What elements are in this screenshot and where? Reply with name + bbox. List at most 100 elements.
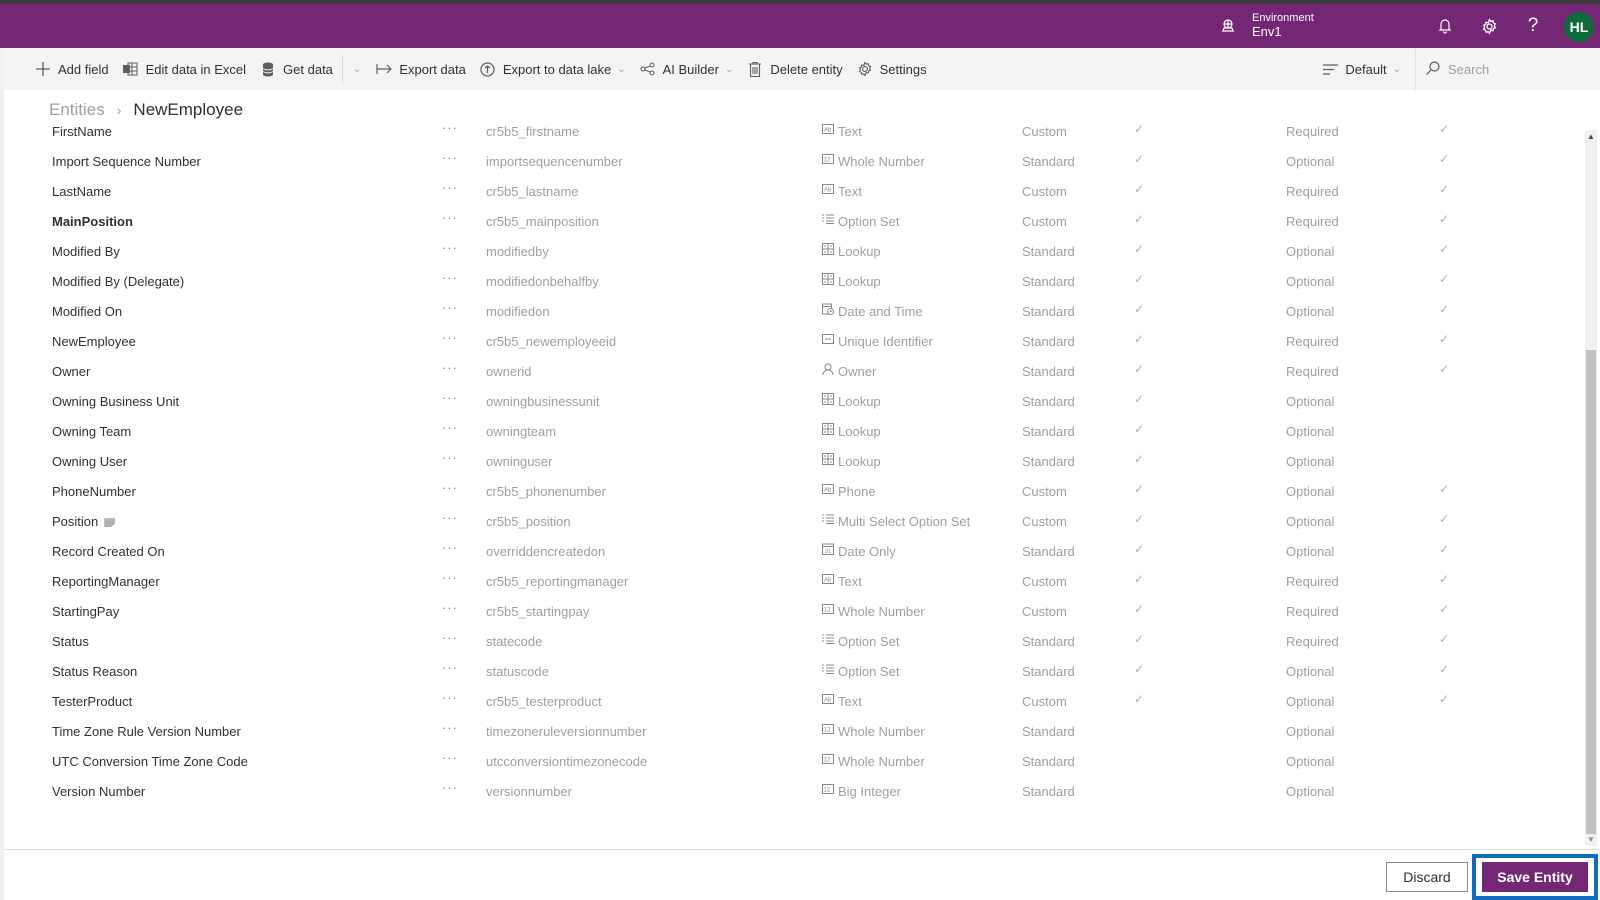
field-display-name[interactable]: FirstName: [52, 120, 112, 144]
field-system-name: cr5b5_newemployeeid: [486, 334, 617, 349]
row-more-options-button[interactable]: ···: [442, 360, 458, 376]
field-display-name[interactable]: Time Zone Rule Version Number: [52, 720, 241, 744]
row-more-options-button[interactable]: ···: [442, 210, 458, 226]
field-row[interactable]: Owning User ··· owninguser Lookup Standard ✓ O…: [4, 450, 1584, 480]
row-more-options-button[interactable]: ···: [442, 450, 458, 466]
add-field-button[interactable]: Add field: [28, 48, 116, 90]
field-row[interactable]: Time Zone Rule Version Number ··· timezone…: [4, 720, 1584, 750]
field-display-name[interactable]: Owning Team: [52, 420, 131, 444]
field-display-name[interactable]: Record Created On: [52, 540, 165, 564]
scroll-down-arrow-icon[interactable]: ▼: [1585, 834, 1597, 846]
row-more-options-button[interactable]: ···: [442, 390, 458, 406]
field-display-name[interactable]: Owning Business Unit: [52, 390, 179, 414]
environment-picker[interactable]: Environment Env1: [1218, 4, 1314, 48]
row-more-options-button[interactable]: ···: [442, 780, 458, 796]
row-more-options-button[interactable]: ···: [442, 600, 458, 616]
edit-in-excel-button[interactable]: Edit data in Excel: [116, 48, 253, 90]
settings-gear-icon[interactable]: [1474, 4, 1504, 48]
row-more-options-button[interactable]: ···: [442, 480, 458, 496]
delete-entity-button[interactable]: Delete entity: [740, 48, 849, 90]
field-row[interactable]: UTC Conversion Time Zone Code ··· utcconve…: [4, 750, 1584, 780]
field-display-name-text: Modified By: [52, 244, 120, 259]
row-more-options-button[interactable]: ···: [442, 660, 458, 676]
field-row[interactable]: NewEmployee ··· cr5b5_newemployeeid Unique …: [4, 330, 1584, 360]
settings-button[interactable]: Settings: [850, 48, 934, 90]
field-display-name[interactable]: Version Number: [52, 780, 145, 804]
field-display-name[interactable]: Owner: [52, 360, 90, 384]
row-more-options-button[interactable]: ···: [442, 300, 458, 316]
row-more-options-button[interactable]: ···: [442, 540, 458, 556]
field-display-name[interactable]: Status Reason: [52, 660, 137, 684]
field-row[interactable]: Position ··· cr5b5_position Multi Select Op…: [4, 510, 1584, 540]
field-display-name[interactable]: PhoneNumber: [52, 480, 136, 504]
row-more-options-button[interactable]: ···: [442, 750, 458, 766]
field-kind: Custom: [1022, 124, 1067, 139]
field-row[interactable]: Owning Team ··· owningteam Lookup Standard ✓ O…: [4, 420, 1584, 450]
field-display-name[interactable]: Modified On: [52, 300, 122, 324]
field-row[interactable]: Modified By ··· modifiedby Lookup Standard ✓ O…: [4, 240, 1584, 270]
field-display-name[interactable]: Owning User: [52, 450, 127, 474]
field-row[interactable]: MainPosition ··· cr5b5_mainposition Option …: [4, 210, 1584, 240]
field-display-name[interactable]: UTC Conversion Time Zone Code: [52, 750, 248, 774]
field-row[interactable]: LastName ··· cr5b5_lastname Ab Text Custom ✓ Re…: [4, 180, 1584, 210]
field-row[interactable]: TesterProduct ··· cr5b5_testerproduct Ab Tex…: [4, 690, 1584, 720]
help-icon[interactable]: ?: [1518, 4, 1548, 48]
searchable-check-icon: ✓: [1134, 662, 1145, 676]
field-display-name[interactable]: ReportingManager: [52, 570, 160, 594]
get-data-button[interactable]: Get data: [253, 48, 340, 90]
export-to-data-lake-button[interactable]: Export to data lake ⌄: [473, 48, 633, 90]
row-more-options-button[interactable]: ···: [442, 240, 458, 256]
discard-button[interactable]: Discard: [1386, 862, 1468, 892]
searchable-check-icon: ✓: [1134, 182, 1145, 196]
field-display-name[interactable]: Position: [52, 510, 116, 534]
field-display-name[interactable]: Modified By (Delegate): [52, 270, 184, 294]
row-more-options-button[interactable]: ···: [442, 330, 458, 346]
row-more-options-button[interactable]: ···: [442, 120, 458, 136]
field-row[interactable]: Status Reason ··· statuscode Option Set Stan…: [4, 660, 1584, 690]
row-more-options-button[interactable]: ···: [442, 510, 458, 526]
field-row[interactable]: Record Created On ··· overriddencreatedon 3…: [4, 540, 1584, 570]
breadcrumb-entities-link[interactable]: Entities: [49, 100, 105, 120]
field-display-name-text: Position: [52, 514, 99, 529]
row-more-options-button[interactable]: ···: [442, 720, 458, 736]
field-row[interactable]: Owning Business Unit ··· owningbusinessuni…: [4, 390, 1584, 420]
row-more-options-button[interactable]: ···: [442, 180, 458, 196]
field-display-name[interactable]: Status: [52, 630, 89, 654]
field-requirement: Optional: [1286, 424, 1335, 439]
field-row[interactable]: Owner ··· ownerid Owner Standard ✓ Required ✓: [4, 360, 1584, 390]
row-more-options-button[interactable]: ···: [442, 690, 458, 706]
scrollbar-thumb[interactable]: [1586, 350, 1596, 834]
row-more-options-button[interactable]: ···: [442, 150, 458, 166]
get-data-dropdown-chevron-icon[interactable]: ⌄: [345, 48, 369, 90]
field-display-name[interactable]: LastName: [52, 180, 111, 204]
field-row[interactable]: FirstName ··· cr5b5_firstname Ab Text Custom ✓…: [4, 120, 1584, 150]
field-display-name[interactable]: StartingPay: [52, 600, 119, 624]
field-row[interactable]: Modified By (Delegate) ··· modifiedonbehal…: [4, 270, 1584, 300]
field-row[interactable]: Status ··· statecode Option Set Standard ✓ Req…: [4, 630, 1584, 660]
field-row[interactable]: PhoneNumber ··· cr5b5_phonenumber Ab Phone Cu…: [4, 480, 1584, 510]
field-row[interactable]: Version Number ··· versionnumber 12 Big Inte…: [4, 780, 1584, 810]
view-selector-dropdown[interactable]: Default ⌄: [1315, 48, 1415, 90]
scroll-up-arrow-icon[interactable]: ▲: [1585, 131, 1597, 143]
field-row[interactable]: Modified On ··· modifiedon Date and Time Sta…: [4, 300, 1584, 330]
search-box[interactable]: Search: [1415, 48, 1600, 90]
row-more-options-button[interactable]: ···: [442, 270, 458, 286]
field-display-name[interactable]: MainPosition: [52, 210, 133, 234]
row-more-options-button[interactable]: ···: [442, 630, 458, 646]
field-display-name[interactable]: TesterProduct: [52, 690, 132, 714]
field-row[interactable]: StartingPay ··· cr5b5_startingpay 12 Whole N…: [4, 600, 1584, 630]
field-display-name[interactable]: NewEmployee: [52, 330, 136, 354]
ai-builder-button[interactable]: AI Builder ⌄: [633, 48, 741, 90]
export-data-button[interactable]: Export data: [369, 48, 473, 90]
row-more-options-button[interactable]: ···: [442, 570, 458, 586]
field-display-name[interactable]: Modified By: [52, 240, 120, 264]
user-avatar[interactable]: HL: [1564, 12, 1594, 42]
notifications-bell-icon[interactable]: [1430, 4, 1460, 48]
svg-text:12: 12: [824, 158, 831, 164]
field-requirement: Required: [1286, 124, 1339, 139]
save-entity-button[interactable]: Save Entity: [1482, 862, 1588, 892]
field-row[interactable]: ReportingManager ··· cr5b5_reportingmanage…: [4, 570, 1584, 600]
field-row[interactable]: Import Sequence Number ··· importsequencen…: [4, 150, 1584, 180]
field-display-name[interactable]: Import Sequence Number: [52, 150, 201, 174]
row-more-options-button[interactable]: ···: [442, 420, 458, 436]
